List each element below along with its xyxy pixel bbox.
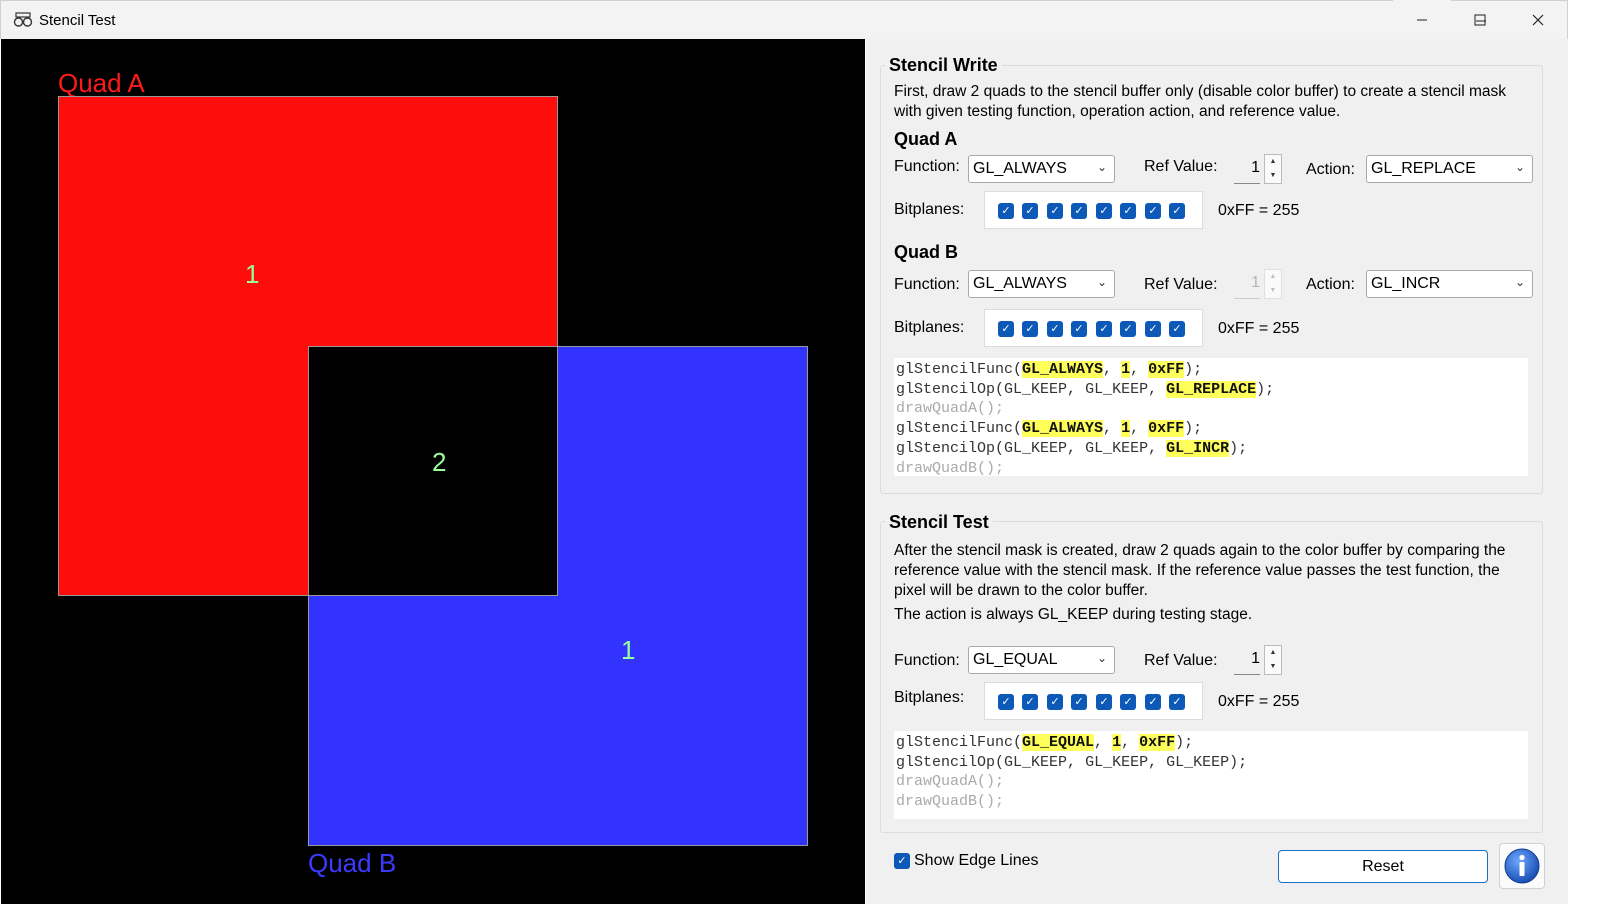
bitplane-checkbox[interactable]: ✓ [998,694,1014,710]
quad-a-ref-spinner[interactable]: 1 ▲ ▼ [1234,154,1282,184]
quad-a-bitplanes: ✓ ✓ ✓ ✓ ✓ ✓ ✓ ✓ [984,191,1203,229]
chevron-down-icon: ⌄ [1096,651,1107,665]
quad-b-action-value: GL_INCR [1371,275,1441,292]
info-icon [1504,848,1540,884]
chevron-down-icon: ⌄ [1514,275,1525,289]
spin-arrows-icon[interactable]: ▲ ▼ [1264,645,1282,675]
maximize-button-real[interactable] [1451,0,1509,39]
quad-a-label: Quad A [58,68,145,98]
bitplane-checkbox[interactable]: ✓ [1120,203,1136,219]
quad-b-ref-spinner: 1 ▲ ▼ [1234,269,1282,299]
chevron-down-icon: ⌄ [1096,160,1107,174]
bitplane-checkbox[interactable]: ✓ [998,203,1014,219]
gl-viewport[interactable]: Quad A 1 2 1 Quad B [1,39,865,904]
bitplane-checkbox[interactable]: ✓ [1022,203,1038,219]
test-bitplanes: ✓ ✓ ✓ ✓ ✓ ✓ ✓ ✓ [984,682,1203,720]
bitplane-checkbox[interactable]: ✓ [1145,321,1161,337]
quad-a-ref-label: Ref Value: [1144,158,1218,175]
quad-a-action-select[interactable]: GL_REPLACE ⌄ [1366,155,1533,183]
chevron-down-icon: ⌄ [1514,160,1525,174]
overlap-stencil-value: 2 [432,447,447,477]
quad-b-stencil-value: 1 [621,635,636,665]
bitplane-checkbox[interactable]: ✓ [1071,694,1087,710]
test-function-label: Function: [894,652,960,669]
bitplane-checkbox[interactable]: ✓ [1071,321,1087,337]
quad-a-function-label: Function: [894,158,960,175]
info-button[interactable] [1499,843,1545,889]
quad-a-ref-value: 1 [1251,159,1260,176]
minimize-button-real[interactable] [1393,0,1451,39]
quad-a-bitplanes-value: 0xFF = 255 [1218,202,1300,219]
checkbox-checked-icon[interactable]: ✓ [894,853,910,869]
bitplane-checkbox[interactable]: ✓ [998,321,1014,337]
window-shadow [1568,0,1597,921]
maximize-icon [1474,14,1486,25]
quad-b-function-value: GL_ALWAYS [973,275,1067,292]
minimize-icon [1417,19,1427,20]
quad-a-bitplanes-label: Bitplanes: [894,201,965,218]
bitplane-checkbox[interactable]: ✓ [1022,694,1038,710]
stencil-test-code: glStencilFunc(GL_EQUAL, 1, 0xFF); glSten… [894,731,1528,819]
quad-b-ref-label: Ref Value: [1144,276,1218,293]
stencil-test-note: The action is always GL_KEEP during test… [894,606,1253,623]
show-edge-lines-label: Show Edge Lines [914,852,1039,869]
quad-b-section-title: Quad B [894,242,959,262]
bitplane-checkbox[interactable]: ✓ [1047,321,1063,337]
test-function-select[interactable]: GL_EQUAL ⌄ [968,646,1115,674]
test-bitplanes-label: Bitplanes: [894,689,965,706]
bitplane-checkbox[interactable]: ✓ [1022,321,1038,337]
bitplane-checkbox[interactable]: ✓ [1169,321,1185,337]
bitplane-checkbox[interactable]: ✓ [1071,203,1087,219]
bitplane-checkbox[interactable]: ✓ [1120,321,1136,337]
bitplane-checkbox[interactable]: ✓ [1145,203,1161,219]
quad-a-action-label: Action: [1306,161,1355,178]
title-bar: Stencil Test [0,0,1568,39]
quad-b-bitplanes: ✓ ✓ ✓ ✓ ✓ ✓ ✓ ✓ [984,309,1203,347]
quad-b-label: Quad B [308,848,397,878]
stencil-test-title: Stencil Test [885,512,993,533]
bitplane-checkbox[interactable]: ✓ [1145,694,1161,710]
stencil-write-title: Stencil Write [885,55,1002,76]
test-function-value: GL_EQUAL [973,651,1058,668]
stencil-test-description: After the stencil mask is created, draw … [894,542,1506,599]
bitplane-checkbox[interactable]: ✓ [1047,694,1063,710]
quad-b-action-select[interactable]: GL_INCR ⌄ [1366,270,1533,298]
app-icon [13,12,33,27]
bitplane-checkbox[interactable]: ✓ [1169,694,1185,710]
window-title: Stencil Test [39,12,116,29]
quad-a-function-select[interactable]: GL_ALWAYS ⌄ [968,155,1115,183]
chevron-down-icon: ⌄ [1096,275,1107,289]
quad-a-section-title: Quad A [894,129,958,149]
bitplane-checkbox[interactable]: ✓ [1120,694,1136,710]
stencil-write-code: glStencilFunc(GL_ALWAYS, 1, 0xFF); glSte… [894,358,1528,477]
quad-a-action-value: GL_REPLACE [1371,160,1476,177]
close-button[interactable] [1509,0,1567,39]
test-ref-value: 1 [1251,650,1260,667]
quad-b-action-label: Action: [1306,276,1355,293]
close-icon [1532,14,1544,25]
test-ref-label: Ref Value: [1144,652,1218,669]
test-ref-spinner[interactable]: 1 ▲ ▼ [1234,645,1282,675]
reset-button[interactable]: Reset [1278,850,1488,883]
quad-b-function-select[interactable]: GL_ALWAYS ⌄ [968,270,1115,298]
spin-arrows-icon: ▲ ▼ [1264,269,1282,299]
stencil-write-description: First, draw 2 quads to the stencil buffe… [894,83,1506,120]
quad-a-function-value: GL_ALWAYS [973,160,1067,177]
bitplane-checkbox[interactable]: ✓ [1169,203,1185,219]
test-bitplanes-value: 0xFF = 255 [1218,693,1300,710]
bitplane-checkbox[interactable]: ✓ [1096,321,1112,337]
quad-b-function-label: Function: [894,276,960,293]
bitplane-checkbox[interactable]: ✓ [1096,694,1112,710]
quad-b-bitplanes-label: Bitplanes: [894,319,965,336]
quad-b-ref-value: 1 [1251,274,1260,291]
bitplane-checkbox[interactable]: ✓ [1096,203,1112,219]
quad-a-stencil-value: 1 [245,259,260,289]
quad-b-bitplanes-value: 0xFF = 255 [1218,320,1300,337]
bitplane-checkbox[interactable]: ✓ [1047,203,1063,219]
spin-arrows-icon[interactable]: ▲ ▼ [1264,154,1282,184]
